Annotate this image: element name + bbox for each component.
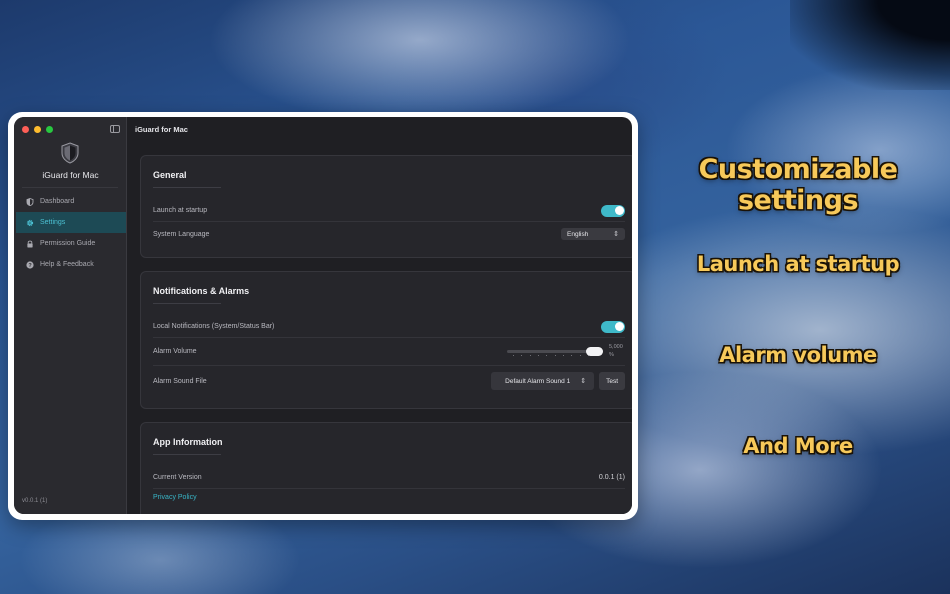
sidebar-item-label: Help & Feedback [40,261,94,268]
sidebar-item-label: Permission Guide [40,240,96,247]
minimize-window-button[interactable] [34,126,41,133]
slider-thumb[interactable] [586,346,603,356]
lock-icon [26,240,34,248]
chevron-updown-icon: ⇕ [613,230,619,238]
sidebar-item-dashboard[interactable]: Dashboard [16,191,126,212]
alarm-volume-label: Alarm Volume [153,348,197,355]
current-version-label: Current Version [153,474,202,481]
sidebar-nav: Dashboard Settings Permission Guide ? He… [16,191,126,275]
slider-ticks [513,354,589,356]
privacy-policy-link[interactable]: Privacy Policy [153,494,197,501]
settings-main: iGuard for Mac General Launch at startup… [127,117,632,514]
chevron-updown-icon: ⇕ [580,377,587,385]
window-title: iGuard for Mac [135,125,188,134]
alarm-sound-label: Alarm Sound File [153,377,207,385]
alarm-sound-controls: Default Alarm Sound 1 ⇕ Test [491,372,625,390]
space-background [790,0,950,90]
language-select-value: English [567,230,589,238]
app-logo-shield-icon [61,142,79,164]
alarm-volume-unit: % [609,351,614,358]
notifications-section: Notifications & Alarms Local Notificatio… [140,271,632,409]
alarm-volume-slider[interactable] [507,346,603,357]
shield-icon [26,197,34,206]
general-section: General Launch at startup System Languag… [140,155,632,258]
system-language-row: System Language English ⇕ [153,223,625,245]
caption-launch-at-startup: Launch at startup [696,252,900,276]
test-sound-button[interactable]: Test [599,372,625,390]
sidebar-item-help-feedback[interactable]: ? Help & Feedback [16,254,126,275]
sidebar-item-settings[interactable]: Settings [16,212,126,233]
sidebar-item-permission-guide[interactable]: Permission Guide [16,233,126,254]
divider [153,187,221,188]
window-controls [22,126,53,133]
system-language-label: System Language [153,230,210,238]
question-icon: ? [26,260,34,269]
section-title: General [153,170,187,180]
alarm-volume-control: 5,000 % [507,344,625,358]
gear-icon [26,219,34,227]
zoom-window-button[interactable] [46,126,53,133]
version-label: v0.0.1 (1) [22,498,48,504]
alarm-volume-value: 5,000 % [609,344,625,358]
app-name: iGuard for Mac [42,170,99,180]
sidebar-item-label: Settings [40,219,66,226]
local-notifications-toggle[interactable] [601,320,625,333]
caption-and-more: And More [743,434,853,458]
sidebar-item-label: Dashboard [40,198,75,205]
local-notifications-row: Local Notifications (System/Status Bar) [153,316,625,338]
alarm-volume-row: Alarm Volume 5,000 % [153,338,625,366]
alarm-sound-row: Alarm Sound File Default Alarm Sound 1 ⇕… [153,368,625,394]
section-title: Notifications & Alarms [153,286,250,296]
alarm-sound-select-value: Default Alarm Sound 1 [505,377,571,385]
app-information-section: App Information Current Version 0.0.1 (1… [140,422,632,514]
current-version-value: 0.0.1 (1) [598,474,625,481]
close-window-button[interactable] [22,126,29,133]
alarm-sound-select[interactable]: Default Alarm Sound 1 ⇕ [491,372,595,390]
section-title: App Information [153,437,223,447]
divider [153,303,221,304]
alarm-volume-number: 5,000 [609,344,623,351]
app-window: iGuard for Mac Dashboard Settings Permis… [14,117,632,514]
divider [153,454,221,455]
sidebar: iGuard for Mac Dashboard Settings Permis… [14,117,127,514]
language-select[interactable]: English ⇕ [561,228,625,240]
sidebar-toggle-icon[interactable] [110,125,120,133]
launch-at-startup-label: Launch at startup [153,207,208,214]
launch-at-startup-toggle[interactable] [601,204,625,217]
local-notifications-label: Local Notifications (System/Status Bar) [153,323,275,330]
divider [22,187,118,188]
launch-at-startup-row: Launch at startup [153,200,625,222]
caption-alarm-volume: Alarm volume [719,343,877,367]
privacy-policy-row: Privacy Policy [153,486,625,508]
caption-customizable-settings: Customizable settings [698,154,898,216]
